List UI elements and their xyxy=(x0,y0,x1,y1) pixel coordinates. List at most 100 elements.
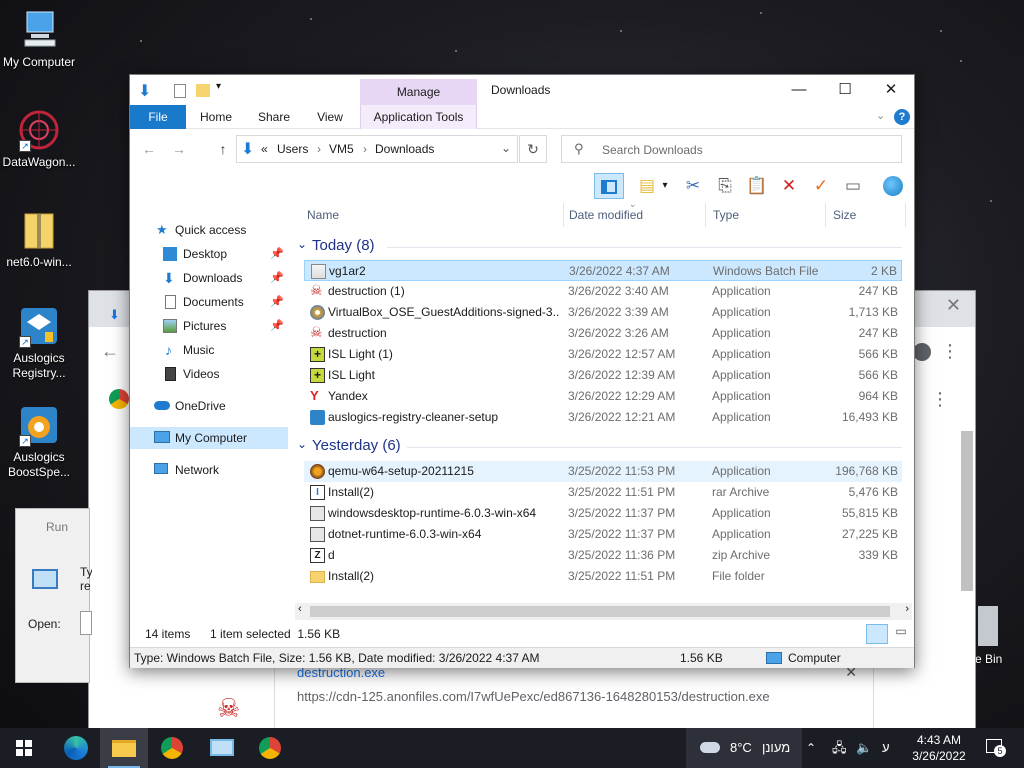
collapse-icon[interactable]: ⌄ xyxy=(297,437,307,451)
file-row[interactable]: + ISL Light (1) 3/26/2022 12:57 AM Appli… xyxy=(304,344,902,365)
scroll-left-icon[interactable]: ‹ xyxy=(298,603,302,615)
file-row[interactable]: Install(2) 3/25/2022 11:51 PM File folde… xyxy=(304,566,902,587)
refresh-button[interactable]: ↻ xyxy=(519,135,547,163)
back-icon[interactable]: ← xyxy=(140,140,158,158)
column-separator[interactable] xyxy=(825,203,826,227)
taskbar-run[interactable] xyxy=(198,728,246,768)
recycle-bin-label[interactable]: e Bin xyxy=(975,652,1002,666)
run-open-input[interactable] xyxy=(80,611,92,635)
chrome-menu-icon[interactable]: ⋮ xyxy=(941,341,959,362)
nav-desktop[interactable]: Desktop 📌 xyxy=(130,243,288,265)
column-separator[interactable] xyxy=(563,203,564,227)
nav-downloads[interactable]: ⬇ Downloads 📌 xyxy=(130,267,288,289)
file-row[interactable]: windowsdesktop-runtime-6.0.3-win-x64 3/2… xyxy=(304,503,902,524)
chrome-avatar-icon[interactable] xyxy=(913,343,931,361)
network-tray-icon[interactable]: 🖧 xyxy=(832,728,847,768)
customize-toolbar-icon[interactable]: ▾ xyxy=(216,81,221,92)
clock[interactable]: 4:43 AM 3/26/2022 xyxy=(908,732,970,764)
rename-check-icon[interactable]: ✓ xyxy=(808,173,834,199)
show-hidden-icons[interactable]: ⌃ xyxy=(806,728,816,768)
breadcrumb-users[interactable]: Users xyxy=(277,142,308,156)
chrome-download-tab-icon[interactable]: ⬇ xyxy=(109,307,120,323)
pin-icon[interactable]: 📌 xyxy=(270,315,284,337)
dropdown-icon[interactable]: ▾ xyxy=(658,173,672,199)
globe-icon[interactable] xyxy=(880,173,906,199)
nav-music[interactable]: ♪ Music xyxy=(130,339,288,361)
column-name[interactable]: Name xyxy=(307,208,339,222)
delete-icon[interactable]: ✕ xyxy=(776,173,802,199)
tab-file[interactable]: File xyxy=(130,105,186,129)
column-size[interactable]: Size xyxy=(833,208,856,222)
chrome-close-icon[interactable]: ✕ xyxy=(946,295,961,316)
minimize-button[interactable]: — xyxy=(776,75,822,105)
tab-application-tools[interactable]: Application Tools xyxy=(360,105,477,129)
maximize-button[interactable]: ☐ xyxy=(822,75,868,105)
properties-box-icon[interactable]: ▭ xyxy=(840,173,866,199)
folder-options-icon[interactable]: ▤ xyxy=(634,173,660,199)
taskbar-edge[interactable] xyxy=(52,728,100,768)
nav-pictures[interactable]: Pictures 📌 xyxy=(130,315,288,337)
file-row[interactable]: VirtualBox_OSE_GuestAdditions-signed-3..… xyxy=(304,302,902,323)
pin-icon[interactable]: 📌 xyxy=(270,243,284,265)
desktop-icon-datawagon[interactable]: ↗ DataWagon... xyxy=(0,108,78,170)
scrollbar-thumb[interactable] xyxy=(310,606,890,617)
taskbar-file-explorer[interactable] xyxy=(100,728,148,768)
taskbar-chrome-2[interactable] xyxy=(246,728,294,768)
paste-icon[interactable]: 📋 xyxy=(744,173,770,199)
nav-network[interactable]: Network xyxy=(130,459,288,481)
file-row[interactable]: qemu-w64-setup-20211215 3/25/2022 11:53 … xyxy=(304,461,902,482)
preview-pane-icon[interactable] xyxy=(594,173,624,199)
nav-my-computer[interactable]: My Computer xyxy=(130,427,288,449)
breadcrumb-downloads[interactable]: Downloads xyxy=(375,142,434,156)
large-icons-view-icon[interactable]: ▭ xyxy=(890,624,912,644)
pin-icon[interactable]: 📌 xyxy=(270,291,284,313)
manage-tab[interactable]: Manage xyxy=(360,79,477,105)
chrome-back-icon[interactable]: ← xyxy=(101,341,119,362)
breadcrumb-vm5[interactable]: VM5 xyxy=(329,142,354,156)
column-separator[interactable] xyxy=(905,203,906,227)
address-bar[interactable]: ⬇ « Users › VM5 › Downloads ⌄ xyxy=(236,135,518,163)
address-dropdown-icon[interactable]: ⌄ xyxy=(501,141,511,155)
horizontal-scrollbar[interactable]: ‹ › xyxy=(295,603,912,620)
file-row[interactable]: dotnet-runtime-6.0.3-win-x64 3/25/2022 1… xyxy=(304,524,902,545)
help-icon[interactable]: ? xyxy=(894,109,910,125)
chrome-menu-icon-2[interactable]: ⋮ xyxy=(931,389,949,410)
new-folder-icon[interactable] xyxy=(196,84,210,97)
file-row[interactable]: ☠ destruction (1) 3/26/2022 3:40 AM Appl… xyxy=(304,281,902,302)
taskbar-chrome[interactable] xyxy=(148,728,196,768)
column-type[interactable]: Type xyxy=(713,208,739,222)
start-button[interactable] xyxy=(0,728,48,768)
chrome-scrollbar[interactable] xyxy=(961,431,973,591)
desktop-icon-net6[interactable]: net6.0-win... xyxy=(0,208,78,270)
copy-icon[interactable]: ⎘ xyxy=(712,173,738,199)
download-url[interactable]: https://cdn-125.anonfiles.com/I7wfUePexc… xyxy=(297,689,770,704)
language-indicator[interactable]: ע xyxy=(882,728,890,768)
tab-view[interactable]: View xyxy=(304,105,356,129)
recycle-bin-icon[interactable] xyxy=(978,606,998,646)
forward-icon[interactable]: → xyxy=(170,140,188,158)
file-row[interactable]: vg1ar2 3/26/2022 4:37 AM Windows Batch F… xyxy=(304,260,902,281)
column-separator[interactable] xyxy=(705,203,706,227)
nav-onedrive[interactable]: OneDrive xyxy=(130,395,288,417)
tab-share[interactable]: Share xyxy=(246,105,302,129)
file-row[interactable]: I Install(2) 3/25/2022 11:51 PM rar Arch… xyxy=(304,482,902,503)
details-view-icon[interactable] xyxy=(866,624,888,644)
desktop-icon-auslogics-registry[interactable]: ↗ Auslogics Registry... xyxy=(0,304,78,381)
desktop-icon-auslogics-boostspeed[interactable]: ↗ Auslogics BoostSpe... xyxy=(0,403,78,480)
close-button[interactable]: ✕ xyxy=(868,75,914,105)
ribbon-expand-icon[interactable]: ⌄ xyxy=(876,109,885,122)
cut-icon[interactable]: ✂ xyxy=(680,173,706,199)
nav-videos[interactable]: Videos xyxy=(130,363,288,385)
nav-documents[interactable]: Documents 📌 xyxy=(130,291,288,313)
scroll-right-icon[interactable]: › xyxy=(905,603,909,615)
file-row[interactable]: ☠ destruction 3/26/2022 3:26 AM Applicat… xyxy=(304,323,902,344)
column-date-modified[interactable]: Date modified xyxy=(569,208,643,222)
file-row[interactable]: auslogics-registry-cleaner-setup 3/26/20… xyxy=(304,407,902,428)
tab-home[interactable]: Home xyxy=(188,105,244,129)
file-row[interactable]: Y Yandex 3/26/2022 12:29 AM Application … xyxy=(304,386,902,407)
breadcrumb-prefix[interactable]: « xyxy=(261,142,268,156)
file-row[interactable]: Z d 3/25/2022 11:36 PM zip Archive 339 K… xyxy=(304,545,902,566)
volume-icon[interactable]: 🔈 xyxy=(856,728,872,768)
file-row[interactable]: + ISL Light 3/26/2022 12:39 AM Applicati… xyxy=(304,365,902,386)
nav-quick-access[interactable]: ★ Quick access xyxy=(130,219,288,241)
